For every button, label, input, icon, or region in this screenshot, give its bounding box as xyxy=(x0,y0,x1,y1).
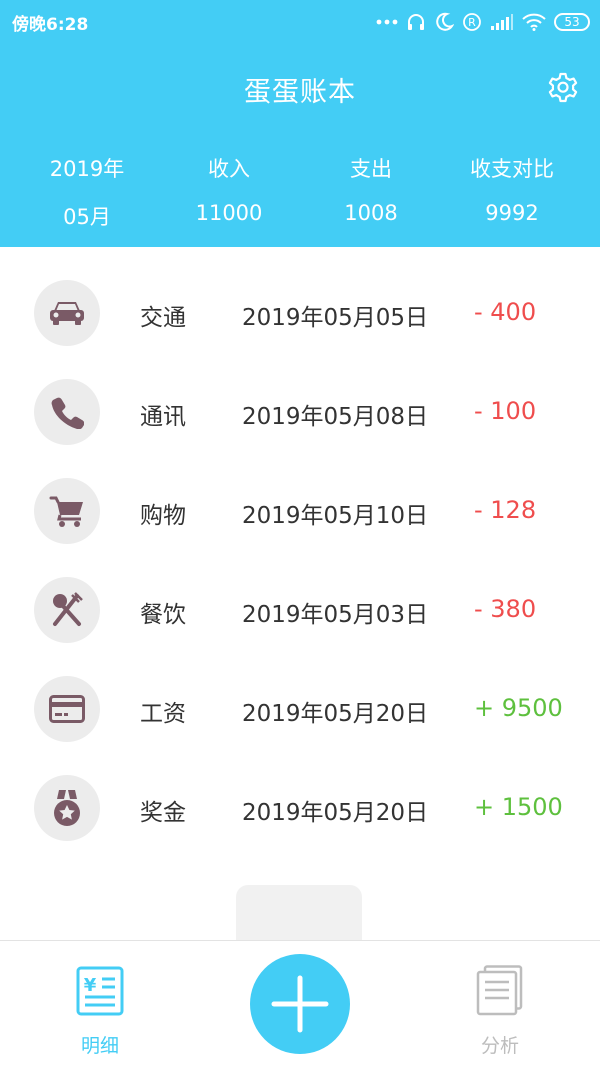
summary-year: 2019年 xyxy=(49,157,125,181)
record-date: 2019年05月20日 xyxy=(242,701,429,727)
cart-icon xyxy=(49,496,83,527)
balance-value: 9992 xyxy=(485,201,539,225)
record-category: 购物 xyxy=(140,503,186,529)
record-date: 2019年05月03日 xyxy=(242,602,429,628)
expense-label: 支出 xyxy=(350,157,392,181)
category-icon-circle xyxy=(34,775,100,841)
tab-analysis-label: 分析 xyxy=(480,1035,519,1057)
category-icon-circle xyxy=(34,478,100,544)
settings-button[interactable] xyxy=(543,69,583,109)
gear-icon xyxy=(548,72,578,103)
record-row[interactable]: 奖金 2019年05月20日 + 1500 xyxy=(0,760,600,859)
record-date: 2019年05月05日 xyxy=(242,305,429,331)
record-amount: + 1500 xyxy=(474,793,563,821)
summary-month: 05月 xyxy=(63,205,111,229)
plus-icon xyxy=(271,975,329,1033)
category-icon-circle xyxy=(34,676,100,742)
record-row[interactable]: 餐饮 2019年05月03日 - 380 xyxy=(0,562,600,661)
battery-icon: 53 xyxy=(554,13,590,31)
record-category: 工资 xyxy=(140,701,186,727)
record-category: 餐饮 xyxy=(140,602,186,628)
app-title: 蛋蛋账本 xyxy=(244,77,356,108)
category-icon-circle xyxy=(34,577,100,643)
credit-card-icon xyxy=(49,695,85,723)
record-list: 交通 2019年05月05日 - 400 通讯 2019年05月08日 - 10… xyxy=(0,265,600,859)
record-amount: - 400 xyxy=(474,298,537,326)
svg-text:R: R xyxy=(468,16,476,29)
balance-label: 收支对比 xyxy=(470,157,554,181)
record-amount: - 380 xyxy=(474,595,537,623)
status-time: 傍晚6:28 xyxy=(12,15,89,35)
record-amount: - 128 xyxy=(474,496,537,524)
expense-value: 1008 xyxy=(344,201,398,225)
record-date: 2019年05月10日 xyxy=(242,503,429,529)
utensils-icon xyxy=(53,592,83,626)
more-dots-icon xyxy=(376,19,398,25)
tab-detail-label: 明细 xyxy=(80,1035,119,1057)
income-value: 11000 xyxy=(195,201,263,225)
ledger-icon: ¥ xyxy=(76,966,124,1016)
category-icon-circle xyxy=(34,280,100,346)
record-amount: - 100 xyxy=(474,397,537,425)
record-category: 交通 xyxy=(140,305,186,331)
status-icons: R 53 xyxy=(376,9,590,35)
phone-icon xyxy=(51,397,84,429)
wifi-icon xyxy=(522,13,546,31)
medal-icon xyxy=(54,790,80,826)
record-row[interactable]: 工资 2019年05月20日 + 9500 xyxy=(0,661,600,760)
income-label: 收入 xyxy=(208,157,250,181)
svg-text:¥: ¥ xyxy=(84,975,97,996)
record-category: 通讯 xyxy=(140,404,186,430)
record-amount: + 9500 xyxy=(474,694,563,722)
app-header: 傍晚6:28 R 53 蛋蛋账本 2019年 05月 收入 11000 支出 1… xyxy=(0,0,600,247)
car-icon xyxy=(50,302,84,325)
add-record-button[interactable] xyxy=(250,954,350,1054)
record-category: 奖金 xyxy=(140,800,186,826)
headset-icon xyxy=(408,14,424,30)
moon-icon xyxy=(436,12,454,31)
signal-icon xyxy=(491,14,513,30)
record-row[interactable]: 交通 2019年05月05日 - 400 xyxy=(0,265,600,364)
category-icon-circle xyxy=(34,379,100,445)
registered-icon: R xyxy=(463,13,481,31)
status-bar: 傍晚6:28 R 53 xyxy=(0,0,600,44)
record-row[interactable]: 购物 2019年05月10日 - 128 xyxy=(0,463,600,562)
report-icon xyxy=(476,965,523,1016)
record-date: 2019年05月08日 xyxy=(242,404,429,430)
record-date: 2019年05月20日 xyxy=(242,800,429,826)
record-row[interactable]: 通讯 2019年05月08日 - 100 xyxy=(0,364,600,463)
